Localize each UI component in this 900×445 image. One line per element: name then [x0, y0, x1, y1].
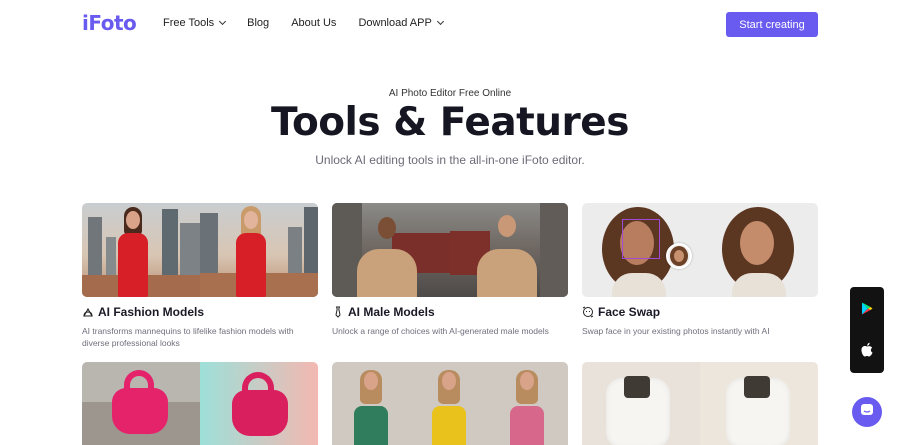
card-title-row: Face Swap [582, 305, 818, 319]
male-after-image [450, 203, 568, 297]
tops-thumbnail [332, 362, 568, 445]
swap-face-avatar [666, 243, 692, 269]
chairs-thumbnail [582, 362, 818, 445]
google-play-icon[interactable] [861, 302, 873, 315]
tool-card-chairs[interactable] [582, 362, 818, 445]
card-description: Swap face in your existing photos instan… [582, 326, 770, 336]
fashion-after-image [200, 203, 318, 297]
card-title-row: AI Fashion Models [82, 305, 318, 319]
tool-card-tops[interactable] [332, 362, 568, 445]
apple-icon[interactable] [860, 342, 874, 358]
male-models-thumbnail [332, 203, 568, 297]
start-creating-button[interactable]: Start creating [726, 12, 818, 37]
chevron-down-icon [219, 17, 227, 26]
tool-card-fashion-models[interactable]: AI Fashion Models AI transforms mannequi… [82, 203, 318, 349]
card-title: AI Male Models [348, 305, 435, 319]
handbag-after-image [200, 362, 318, 445]
face-swap-thumbnail [582, 203, 818, 297]
chair-before-image [582, 362, 700, 445]
face-swap-after-image [700, 203, 818, 297]
nav-about-label: About Us [291, 17, 337, 29]
tool-card-handbag[interactable] [82, 362, 318, 445]
tie-icon [332, 306, 344, 318]
face-selection-box [622, 219, 660, 259]
card-title-row: AI Male Models [332, 305, 568, 319]
fashion-before-image [82, 203, 200, 297]
nav-blog-label: Blog [247, 17, 270, 29]
nav-blog[interactable]: Blog [247, 17, 269, 29]
handbag-before-image [82, 362, 200, 445]
tool-card-face-swap[interactable]: Face Swap Swap face in your existing pho… [582, 203, 818, 337]
card-description: Unlock a range of choices with AI-genera… [332, 326, 549, 336]
male-before-image [332, 203, 450, 297]
chair-after-image [700, 362, 818, 445]
chevron-down-icon [436, 17, 444, 26]
hero-subtitle: Unlock AI editing tools in the all-in-on… [315, 153, 585, 167]
fashion-models-thumbnail [82, 203, 318, 297]
nav-download-label: Download APP [358, 17, 432, 29]
chat-icon [860, 403, 874, 422]
site-header: iFoto Free Tools Blog About Us Download … [0, 0, 900, 50]
app-download-bar [850, 287, 884, 373]
nav-free-tools[interactable]: Free Tools [163, 17, 227, 29]
chat-support-button[interactable] [852, 397, 882, 427]
ifoto-logo[interactable]: iFoto [82, 11, 137, 35]
hanger-icon [82, 306, 94, 318]
nav-free-tools-label: Free Tools [163, 17, 215, 29]
hero-eyebrow: AI Photo Editor Free Online [388, 88, 512, 99]
tool-card-male-models[interactable]: AI Male Models Unlock a range of choices… [332, 203, 568, 337]
card-description: AI transforms mannequins to lifelike fas… [82, 326, 294, 348]
page-title: Tools & Features [271, 100, 629, 145]
nav-about-us[interactable]: About Us [291, 17, 336, 29]
face-swap-before-image [582, 203, 700, 297]
face-swap-icon [582, 306, 594, 318]
handbag-thumbnail [82, 362, 318, 445]
main-nav: Free Tools Blog About Us Download APP [163, 17, 444, 29]
nav-download-app[interactable]: Download APP [358, 17, 444, 29]
card-title: AI Fashion Models [98, 305, 205, 319]
card-title: Face Swap [598, 305, 661, 319]
